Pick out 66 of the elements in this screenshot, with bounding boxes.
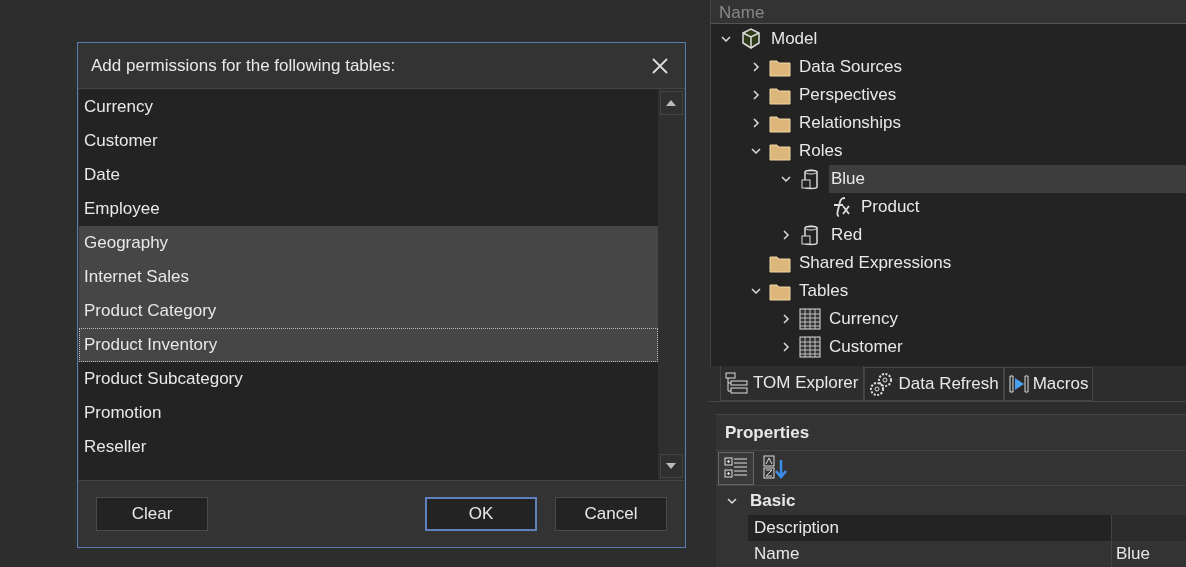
list-item[interactable]: Product Subcategory [79, 362, 658, 396]
list-item[interactable]: Date [79, 158, 658, 192]
list-item[interactable]: Employee [79, 192, 658, 226]
tree-item[interactable]: Tables [797, 277, 1186, 305]
cube-icon [739, 27, 763, 51]
tree-item[interactable]: Data Sources [797, 53, 1186, 81]
tree-icon [725, 371, 749, 396]
tree-item[interactable]: Shared Expressions [797, 249, 1186, 277]
category-label: Basic [750, 489, 796, 512]
chevron-down-icon[interactable] [720, 33, 732, 45]
dialog-button[interactable]: Cancel [555, 497, 667, 531]
tree-item[interactable]: Blue [829, 165, 1186, 193]
list-item[interactable]: Currency [79, 90, 658, 124]
tree-item[interactable]: Product [859, 193, 1186, 221]
chevron-down-icon[interactable] [780, 173, 792, 185]
gears-icon [868, 371, 895, 398]
chevron-right-icon[interactable] [780, 341, 792, 353]
chevron-right-icon[interactable] [780, 313, 792, 325]
tree-item[interactable]: Model [769, 25, 1186, 53]
scrollbar[interactable] [658, 89, 684, 480]
tree-item[interactable]: Roles [797, 137, 1186, 165]
property-name[interactable]: Name [748, 541, 1111, 567]
play-icon [1008, 375, 1029, 394]
folder-icon [769, 85, 791, 105]
triangle-up-icon [666, 100, 676, 106]
list-item[interactable]: Internet Sales [79, 260, 658, 294]
dialog-button[interactable]: Clear [96, 497, 208, 531]
folder-icon [769, 113, 791, 133]
scroll-up-button[interactable] [659, 91, 683, 115]
chevron-down-icon[interactable] [750, 285, 762, 297]
dialog-button[interactable]: OK [425, 497, 537, 531]
dialog-title: Add permissions for the following tables: [91, 54, 396, 77]
list-item[interactable]: Geography [79, 226, 658, 260]
property-name[interactable]: Description [748, 515, 1111, 541]
column-header: Name [711, 0, 1186, 24]
folder-icon [769, 253, 791, 273]
chevron-right-icon[interactable] [750, 117, 762, 129]
folder-icon [769, 141, 791, 161]
folder-icon [769, 281, 791, 301]
table-icon [799, 308, 821, 330]
list-item[interactable]: Product Category [79, 294, 658, 328]
tree-item[interactable]: Customer [827, 333, 1186, 361]
tree-item[interactable]: Perspectives [797, 81, 1186, 109]
chevron-down-icon[interactable] [750, 145, 762, 157]
panel-tab[interactable]: Macros [1003, 367, 1094, 401]
panel-tab[interactable]: Data Refresh [863, 367, 1004, 401]
sort-alphabetical-icon [762, 454, 790, 482]
panel-tab[interactable]: TOM Explorer [720, 366, 864, 401]
categorized-list-icon [723, 455, 749, 481]
property-value[interactable]: Blue [1111, 541, 1186, 567]
list-item[interactable]: Product Inventory [79, 328, 658, 362]
toolbar-button[interactable] [718, 451, 754, 485]
folder-icon [769, 57, 791, 77]
list-item[interactable]: Customer [79, 124, 658, 158]
triangle-down-icon [666, 463, 676, 469]
scroll-down-button[interactable] [659, 454, 683, 478]
list-item[interactable]: Promotion [79, 396, 658, 430]
properties-title: Properties [716, 415, 1186, 451]
chevron-right-icon[interactable] [780, 229, 792, 241]
tree-item[interactable]: Relationships [797, 109, 1186, 137]
table-icon [799, 336, 821, 358]
chevron-right-icon[interactable] [750, 89, 762, 101]
list-item[interactable]: Reseller [79, 430, 658, 464]
chevron-right-icon[interactable] [750, 61, 762, 73]
tree-item[interactable]: Red [829, 221, 1186, 249]
tree-item[interactable]: Currency [827, 305, 1186, 333]
